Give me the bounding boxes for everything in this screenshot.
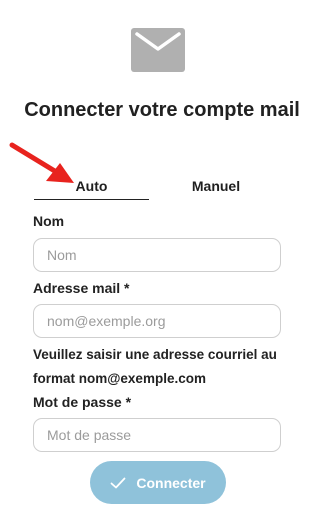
- page-title: Connecter votre compte mail: [24, 99, 300, 121]
- active-tab-indicator: [34, 199, 149, 200]
- password-label: Mot de passe *: [33, 394, 132, 410]
- name-label: Nom: [33, 213, 65, 229]
- email-input[interactable]: [33, 304, 281, 338]
- email-label: Adresse mail *: [33, 280, 130, 296]
- email-help-text: Veuillez saisir une adresse courriel au …: [33, 347, 277, 386]
- password-input[interactable]: [33, 418, 281, 452]
- name-input[interactable]: [33, 238, 281, 272]
- check-icon: [110, 477, 126, 488]
- mail-icon: [131, 28, 185, 72]
- tab-auto[interactable]: Auto: [34, 178, 149, 194]
- tab-manuel[interactable]: Manuel: [190, 178, 242, 194]
- connect-button-label: Connecter: [136, 474, 206, 491]
- connect-button[interactable]: Connecter: [90, 461, 226, 504]
